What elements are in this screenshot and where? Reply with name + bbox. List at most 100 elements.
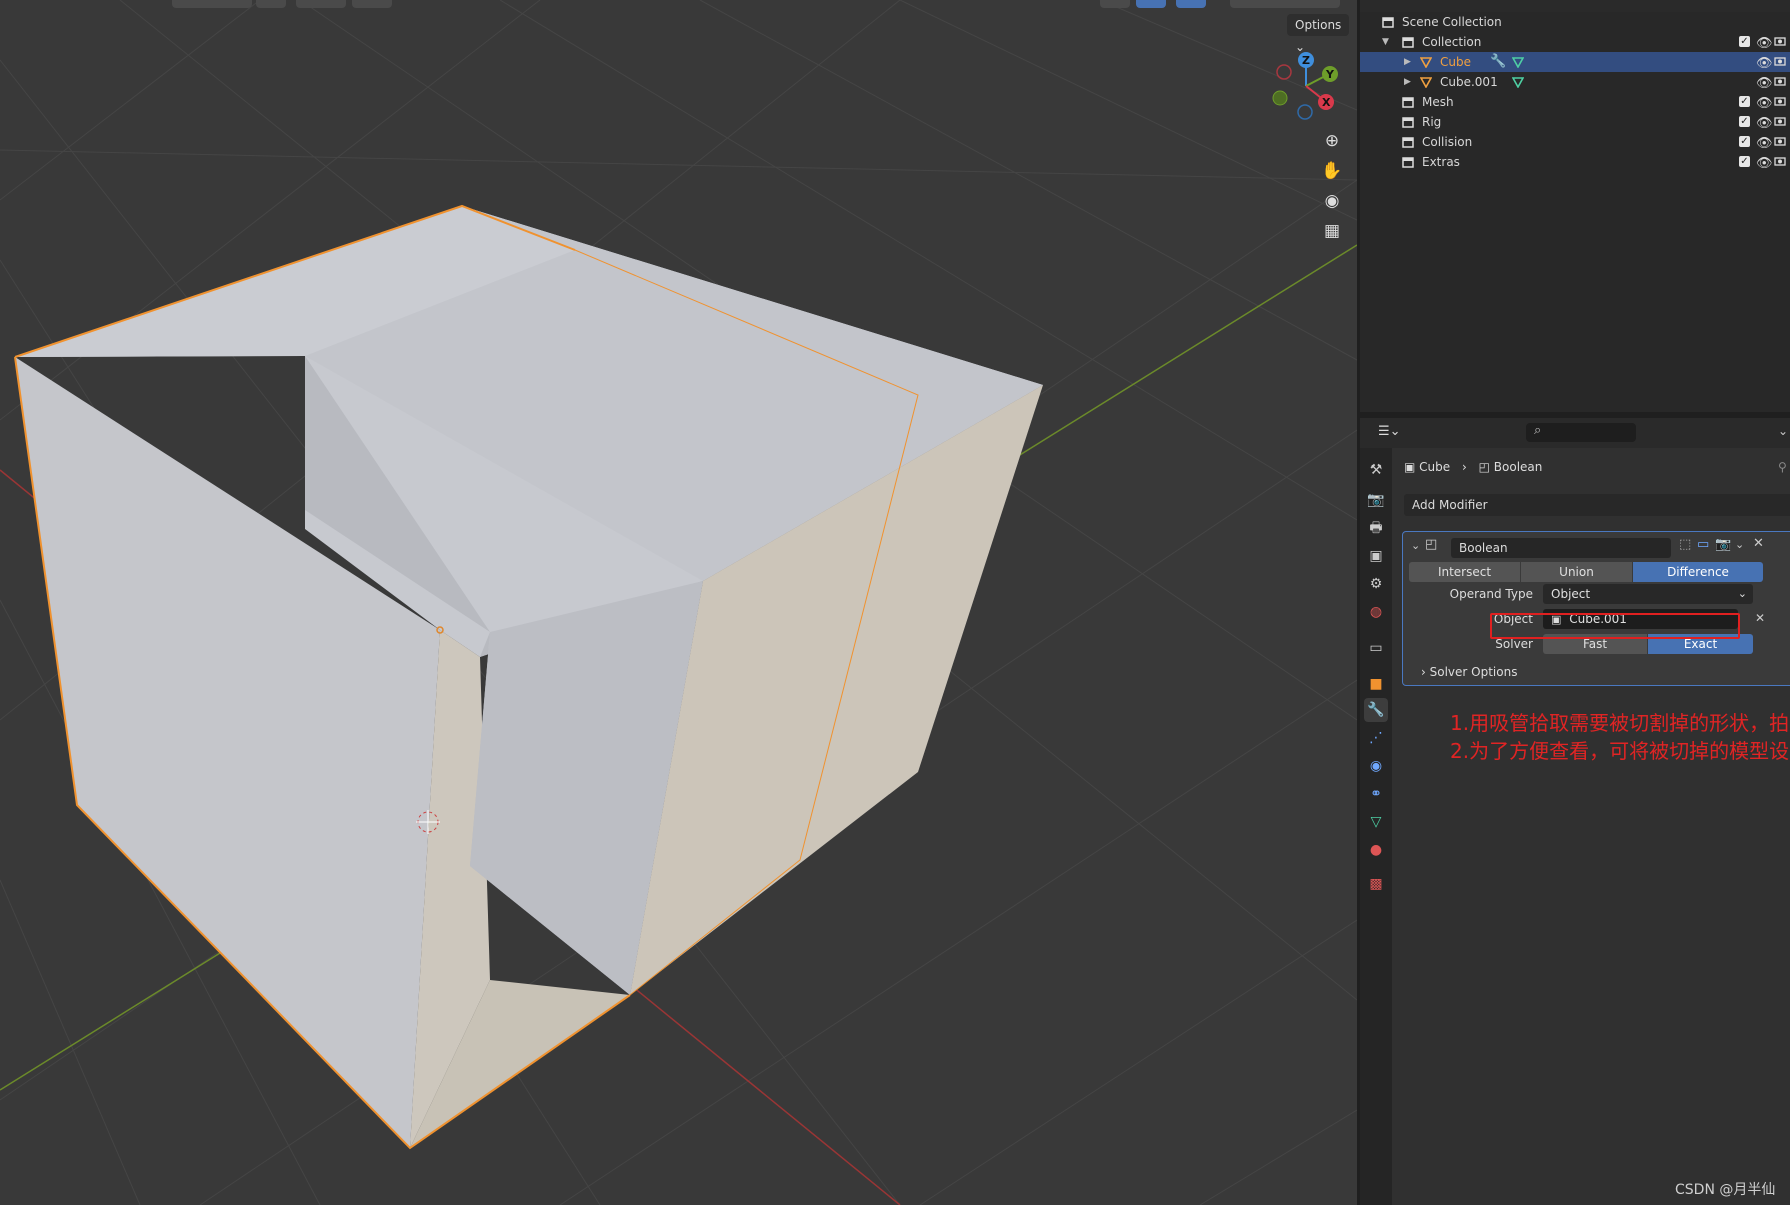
viewport-scene[interactable]: Z Y X — [0, 0, 1357, 1205]
chevron-right-icon[interactable]: ▶ — [1404, 52, 1411, 72]
eye-icon[interactable]: 👁 — [1756, 94, 1773, 114]
solver-options-subpanel[interactable]: › Solver Options — [1421, 665, 1517, 679]
intersect-button[interactable]: Intersect — [1409, 562, 1520, 582]
render-icon[interactable]: 📷 — [1715, 537, 1731, 552]
outliner-item-collection[interactable]: ▼ Collection ✓ 👁 — [1360, 32, 1790, 52]
outliner-item-extras[interactable]: Extras ✓ 👁 — [1360, 152, 1790, 172]
eye-icon[interactable]: 👁 — [1756, 154, 1773, 174]
data-tab-icon[interactable]: ▽ — [1364, 810, 1388, 834]
outliner-item-mesh[interactable]: Mesh ✓ 👁 — [1360, 92, 1790, 112]
chevron-down-icon[interactable]: ⌄ — [1411, 539, 1420, 552]
outliner-item-cube[interactable]: ▶ Cube 🔧 👁 — [1360, 52, 1790, 72]
options-label: Options — [1295, 18, 1342, 32]
texture-tab-icon[interactable]: ▩ — [1364, 872, 1388, 896]
search-input[interactable]: ⌕ — [1526, 423, 1636, 442]
editor-type-icon[interactable]: ☰⌄ — [1378, 424, 1401, 439]
transform-orientation-dropdown[interactable] — [172, 0, 252, 8]
render-camera-icon[interactable] — [1774, 95, 1786, 107]
outliner-item-label: Collection — [1422, 35, 1482, 49]
solver-exact-label: Exact — [1683, 637, 1718, 651]
gizmo-toggle[interactable] — [1136, 0, 1166, 8]
checkbox-icon[interactable]: ✓ — [1739, 136, 1750, 147]
tool-tab-icon[interactable]: ⚒ — [1364, 458, 1388, 482]
view-layer-tab-icon[interactable]: ▣ — [1364, 544, 1388, 568]
mesh-data-icon[interactable] — [1512, 76, 1524, 88]
outliner-item-scene-collection[interactable]: Scene Collection — [1360, 12, 1790, 32]
shading-mode-buttons[interactable] — [1230, 0, 1340, 8]
pivot-dropdown[interactable] — [256, 0, 286, 8]
3d-viewport[interactable]: Z Y X Options ⌄ ⊕ ✋ ◉ ▦ — [0, 0, 1357, 1205]
chevron-down-icon[interactable]: ⌄ — [1778, 424, 1788, 438]
scene-tab-icon[interactable]: ⚙ — [1364, 572, 1388, 596]
particles-tab-icon[interactable]: ⋰ — [1364, 726, 1388, 750]
eye-icon[interactable]: 👁 — [1756, 114, 1773, 134]
object-icon: ▣ — [1404, 460, 1416, 474]
union-button[interactable]: Union — [1521, 562, 1632, 582]
render-tab-icon[interactable]: 📷 — [1364, 488, 1388, 512]
render-camera-icon[interactable] — [1774, 35, 1786, 47]
modifier-tab-icon[interactable]: 🔧 — [1364, 698, 1388, 722]
eye-icon[interactable]: 👁 — [1756, 74, 1773, 94]
eye-icon[interactable]: 👁 — [1756, 34, 1773, 54]
render-camera-icon[interactable] — [1774, 55, 1786, 67]
snap-toggle[interactable] — [296, 0, 346, 8]
mesh-data-icon[interactable] — [1512, 56, 1524, 68]
properties-tabs: ⚒ 📷 🖶 ▣ ⚙ ◍ ▭ ■ 🔧 ⋰ ◉ ⚭ ▽ ● ▩ — [1360, 448, 1392, 1205]
solver-fast-label: Fast — [1582, 637, 1608, 651]
modifier-name-field[interactable]: Boolean — [1451, 538, 1671, 558]
constraints-tab-icon[interactable]: ⚭ — [1364, 782, 1388, 806]
world-tab-icon[interactable]: ◍ — [1364, 600, 1388, 624]
add-modifier-dropdown[interactable]: Add Modifier — [1404, 494, 1790, 516]
chevron-down-icon: ⌄ — [1295, 40, 1306, 54]
options-dropdown[interactable]: Options ⌄ — [1287, 14, 1349, 54]
output-tab-icon[interactable]: 🖶 — [1364, 516, 1388, 540]
outliner-header — [1360, 0, 1790, 12]
zoom-icon[interactable]: ⊕ — [1317, 127, 1347, 155]
camera-icon[interactable]: ◉ — [1317, 187, 1347, 215]
outliner-item-cube-001[interactable]: ▶ Cube.001 👁 — [1360, 72, 1790, 92]
outliner-item-label: Scene Collection — [1402, 15, 1502, 29]
wrench-modifier-icon[interactable]: 🔧 — [1490, 52, 1506, 72]
properties-editor[interactable]: ☰⌄ ⌕ ⌄ ⚒ 📷 🖶 ▣ ⚙ ◍ ▭ ■ 🔧 ⋰ ◉ ⚭ ▽ ● ▩ ▣ C… — [1360, 418, 1790, 1205]
overlay-toggle[interactable] — [1176, 0, 1206, 8]
navigation-gizmo[interactable]: Z Y X — [1272, 52, 1338, 120]
viewport-display-icon[interactable]: ▭ — [1697, 537, 1709, 552]
grid-icon[interactable]: ▦ — [1317, 217, 1347, 245]
close-icon[interactable]: ✕ — [1753, 536, 1764, 551]
clear-icon[interactable]: ✕ — [1755, 611, 1765, 625]
eye-icon[interactable]: 👁 — [1756, 134, 1773, 154]
proportional-toggle[interactable] — [352, 0, 392, 8]
physics-tab-icon[interactable]: ◉ — [1364, 754, 1388, 778]
render-camera-icon[interactable] — [1774, 75, 1786, 87]
operand-type-dropdown[interactable]: Object ⌄ — [1543, 584, 1753, 604]
difference-button[interactable]: Difference — [1633, 562, 1763, 582]
outliner-item-collision[interactable]: Collision ✓ 👁 — [1360, 132, 1790, 152]
render-camera-icon[interactable] — [1774, 115, 1786, 127]
render-camera-icon[interactable] — [1774, 135, 1786, 147]
render-camera-icon[interactable] — [1774, 155, 1786, 167]
modifier-name: Boolean — [1459, 541, 1508, 555]
checkbox-icon[interactable]: ✓ — [1739, 116, 1750, 127]
eye-icon[interactable]: 👁 — [1756, 54, 1773, 74]
chevron-down-icon[interactable]: ▼ — [1382, 32, 1389, 52]
mesh-object-icon — [1420, 57, 1432, 68]
chevron-down-icon[interactable]: ⌄ — [1735, 538, 1744, 551]
chevron-right-icon[interactable]: ▶ — [1404, 72, 1411, 92]
outliner-item-label: Extras — [1422, 155, 1460, 169]
mesh-object-icon — [1420, 77, 1432, 88]
hand-icon[interactable]: ✋ — [1317, 157, 1347, 185]
object-tab-icon[interactable]: ■ — [1364, 672, 1388, 696]
view-object-types-dropdown[interactable] — [1100, 0, 1130, 8]
edit-mode-icon[interactable]: ⬚ — [1679, 537, 1691, 552]
collection-tab-icon[interactable]: ▭ — [1364, 636, 1388, 660]
operand-type-label: Operand Type — [1449, 587, 1533, 601]
material-tab-icon[interactable]: ● — [1364, 838, 1388, 862]
checkbox-icon[interactable]: ✓ — [1739, 36, 1750, 47]
outliner-item-rig[interactable]: Rig ✓ 👁 — [1360, 112, 1790, 132]
checkbox-icon[interactable]: ✓ — [1739, 156, 1750, 167]
pin-icon[interactable]: ⚲ — [1778, 460, 1787, 474]
cube-mesh[interactable] — [15, 206, 1043, 1148]
outliner[interactable]: Scene Collection ▼ Collection ✓ 👁 ▶ Cube… — [1360, 0, 1790, 412]
add-modifier-label: Add Modifier — [1412, 498, 1488, 512]
checkbox-icon[interactable]: ✓ — [1739, 96, 1750, 107]
